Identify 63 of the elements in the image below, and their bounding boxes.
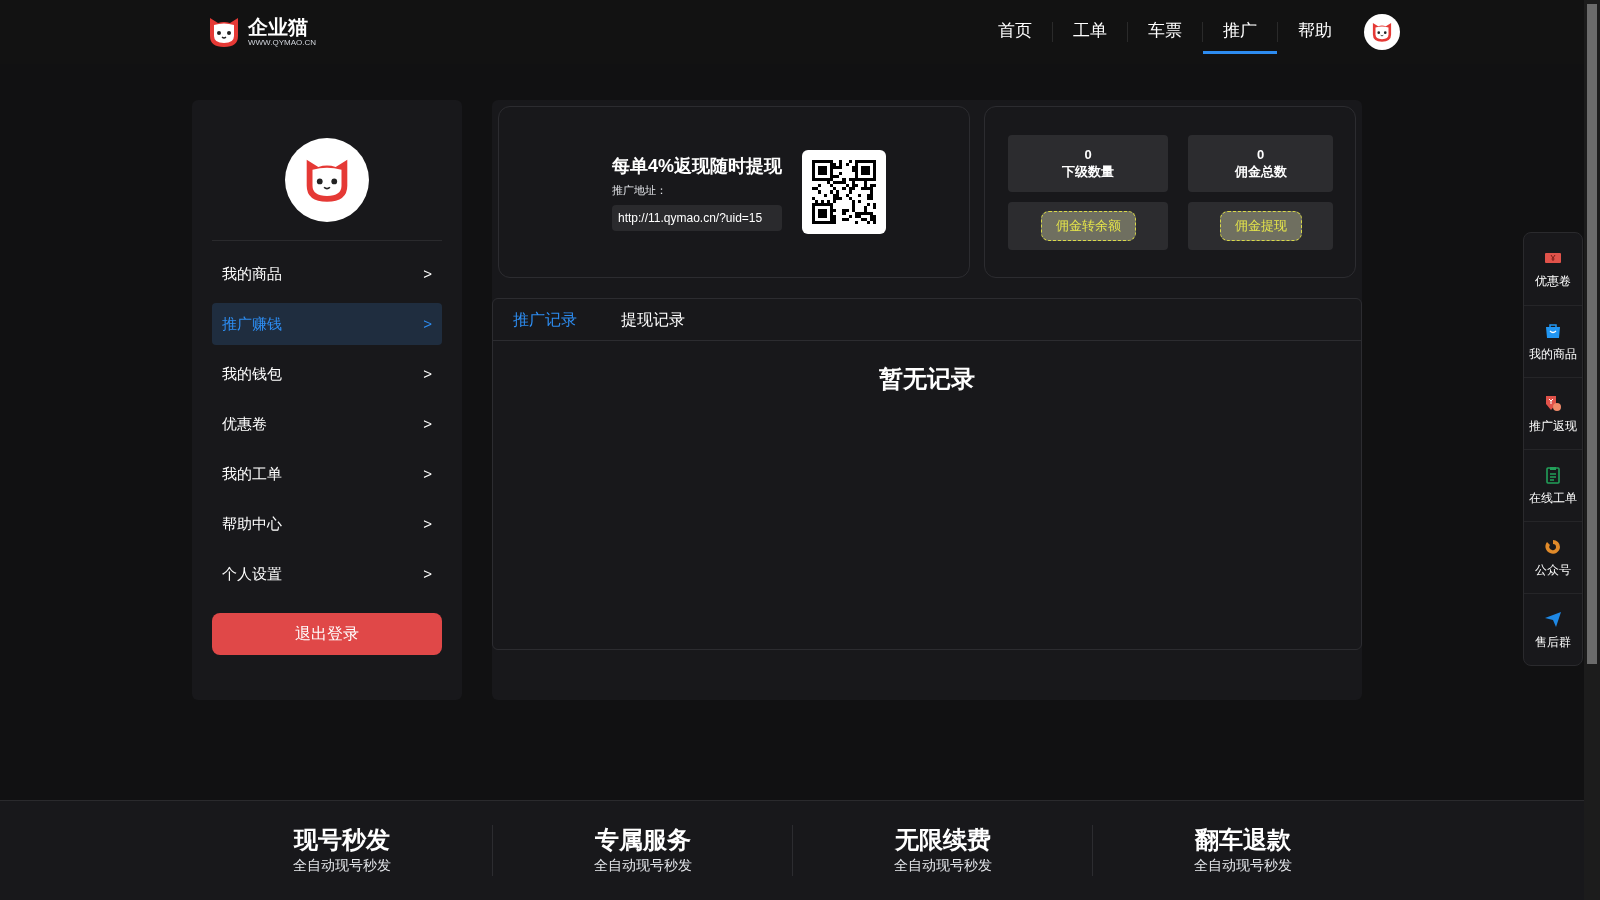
chevron-text: >: [423, 313, 432, 334]
toolbar-label: 我的商品: [1529, 345, 1577, 363]
feature-subtitle: 全自动现号秒发: [893, 856, 992, 875]
toolbar-label: 在线工单: [1529, 489, 1577, 507]
sidebar-item[interactable]: 我的工单 >: [212, 453, 442, 495]
stat-label: 下级数量: [1062, 163, 1114, 180]
commission-button[interactable]: 佣金转余额: [1040, 211, 1136, 241]
sidebar-label: 帮助中心: [222, 513, 282, 534]
promo-title: 每单4%返现随时提现: [612, 155, 782, 179]
chevron-text: >: [423, 263, 432, 284]
sidebar-item[interactable]: 个人设置 >: [212, 553, 442, 595]
logo-text: 企业猫: [248, 17, 309, 37]
stat-label: 佣金总数: [1234, 163, 1287, 180]
sidebar-label: 我的工单: [222, 463, 282, 484]
stat-value: 0: [1084, 147, 1092, 164]
feature-subtitle: 全自动现号秒发: [293, 856, 391, 875]
logo-subtitle: WWW.QYMAO.CN: [248, 39, 316, 47]
records-tab[interactable]: 提现记录: [621, 307, 685, 332]
feature-title: 翻车退款: [1194, 825, 1291, 855]
clipboard-icon: [1543, 464, 1563, 485]
chevron-text: >: [423, 463, 432, 484]
sidebar-label: 优惠卷: [222, 413, 267, 434]
toolbar-item[interactable]: 售后群: [1524, 593, 1582, 665]
feature-title: 现号秒发: [294, 825, 390, 855]
url-field[interactable]: http://11.qymao.cn/?uid=15: [612, 204, 782, 231]
toolbar-item[interactable]: 在线工单: [1524, 449, 1582, 521]
toolbar-item[interactable]: 公众号: [1524, 521, 1582, 593]
stat-value: 0: [1256, 147, 1265, 164]
sidebar-item[interactable]: 推广赚钱 >: [212, 303, 442, 345]
sidebar-label: 我的商品: [222, 263, 282, 284]
feature-title: 专属服务: [594, 825, 691, 855]
chevron-text: >: [423, 363, 432, 384]
records-tab[interactable]: 推广记录: [513, 307, 577, 332]
chevron-text: >: [423, 413, 432, 434]
chevron-text: >: [423, 513, 432, 534]
empty-message: 暂无记录: [879, 364, 975, 394]
sidebar-label: 我的钱包: [222, 363, 282, 384]
avatar[interactable]: [1364, 14, 1400, 50]
address-label: 推广地址：: [612, 183, 668, 199]
nav-link[interactable]: 首页: [978, 9, 1052, 55]
logout-button[interactable]: 退出登录: [212, 613, 442, 655]
feature-subtitle: 全自动现号秒发: [1193, 856, 1292, 875]
toolbar-item[interactable]: 我的商品: [1524, 305, 1582, 377]
chevron-text: >: [423, 563, 432, 584]
sidebar-item[interactable]: 我的钱包 >: [212, 353, 442, 395]
sidebar-item[interactable]: 优惠卷 >: [212, 403, 442, 445]
sidebar-item[interactable]: 帮助中心 >: [212, 503, 442, 545]
toolbar-item[interactable]: 优惠卷: [1524, 233, 1582, 305]
toolbar-label: 售后群: [1535, 633, 1571, 651]
sidebar-item[interactable]: 我的商品 >: [212, 253, 442, 295]
sidebar-label: 推广赚钱: [222, 313, 282, 334]
toolbar-label: 推广返现: [1529, 417, 1577, 435]
nav-link[interactable]: 工单: [1053, 9, 1127, 55]
nav-link[interactable]: 车票: [1128, 9, 1202, 55]
nav-link[interactable]: 帮助: [1278, 9, 1352, 55]
feature-subtitle: 全自动现号秒发: [593, 856, 692, 875]
commission-button[interactable]: 佣金提现: [1219, 211, 1302, 241]
toolbar-label: 优惠卷: [1535, 273, 1571, 290]
toolbar-label: 公众号: [1535, 561, 1571, 579]
feature-title: 无限续费: [894, 825, 991, 855]
sidebar-label: 个人设置: [222, 563, 282, 584]
toolbar-item[interactable]: 推广返现: [1524, 377, 1582, 449]
nav-link[interactable]: 推广: [1203, 9, 1277, 55]
